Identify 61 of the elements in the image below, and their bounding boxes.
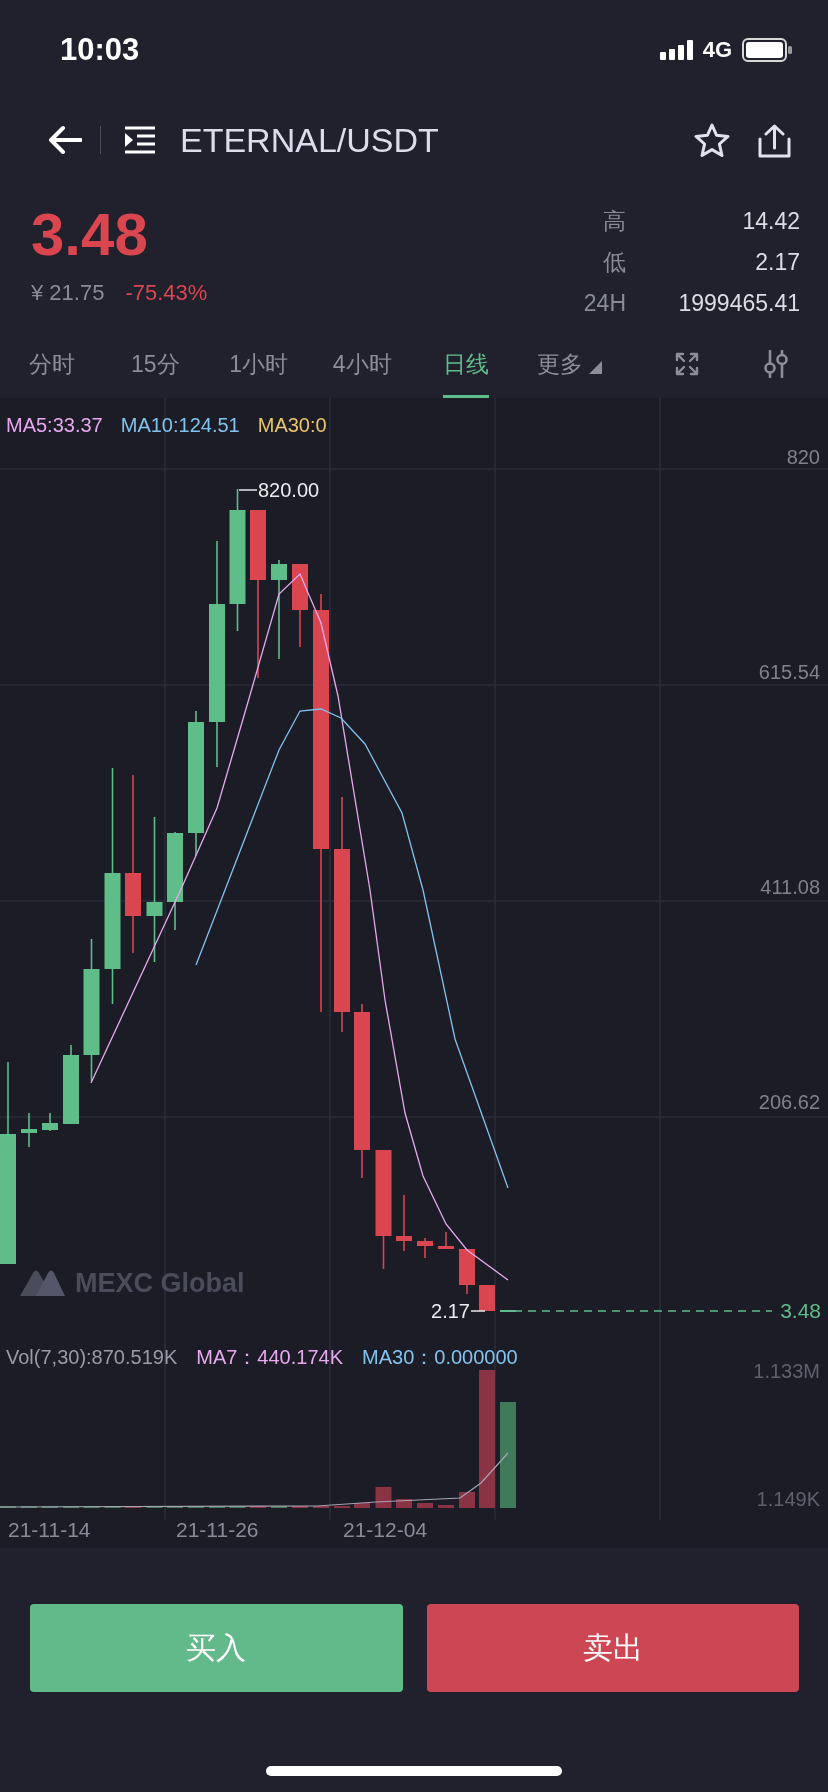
sell-button[interactable]: 卖出 (426, 1604, 799, 1692)
last-price: 3.48 (31, 205, 148, 265)
volume-bar (354, 1503, 370, 1508)
interval-tab[interactable]: 分时 (28, 330, 75, 398)
volume-bar (396, 1499, 412, 1508)
date-label: 21-11-14 (8, 1518, 91, 1542)
network-label: 4G (702, 37, 732, 63)
stat-value: 1999465.41 (678, 288, 800, 317)
battery-icon (742, 38, 792, 62)
high-price-label: 820.00 (258, 478, 320, 502)
volume-bar (417, 1503, 433, 1508)
price-axis-label: 615.54 (758, 660, 820, 684)
volume-legend-label: MA7：440.174K (196, 1345, 343, 1369)
ma-legend-label: MA10:124.51 (120, 413, 240, 437)
volume-axis-label: 1.133M (753, 1359, 820, 1383)
share-icon[interactable] (757, 122, 792, 158)
interval-tab[interactable]: 1小时 (229, 330, 289, 398)
leader-line (470, 1310, 486, 1312)
caret-icon (588, 360, 602, 374)
expand-icon[interactable] (674, 352, 699, 376)
pair-title: ETERNAL/USDT (180, 120, 439, 160)
signal-icon (659, 40, 693, 60)
last-price-tag: 3.48 (780, 1299, 821, 1323)
stat-label: 24H (583, 288, 626, 317)
ma-legend-label: MA30:0 (257, 413, 327, 437)
volume-axis-label: 1.149K (756, 1487, 820, 1511)
cny-price: ¥ 21.75 (31, 280, 105, 306)
volume-bar (375, 1487, 392, 1508)
stat-value: 2.17 (755, 247, 800, 276)
price-axis-label: 411.08 (760, 875, 820, 899)
price-axis-label: 206.62 (758, 1090, 820, 1114)
volume-legend-label: MA30：0.000000 (362, 1345, 518, 1369)
list-icon[interactable] (124, 126, 156, 154)
status-time: 10:03 (60, 32, 140, 68)
low-price-label: 2.17 (431, 1299, 470, 1323)
interval-tab[interactable]: 4小时 (332, 330, 392, 398)
falling-candle (417, 1237, 433, 1259)
date-label: 21-12-04 (343, 1518, 428, 1542)
ma-legend-label: MA5:33.37 (6, 413, 103, 437)
date-label: 21-11-26 (176, 1518, 259, 1542)
interval-tab[interactable]: 更多 (536, 330, 602, 398)
stat-label: 低 (603, 247, 626, 276)
volume-legend-label: Vol(7,30):870.519K (6, 1345, 178, 1369)
falling-candle (479, 1284, 495, 1312)
star-icon[interactable] (694, 122, 730, 158)
stat-label: 高 (603, 206, 626, 235)
volume-bar (438, 1505, 454, 1508)
leader-line (238, 489, 258, 491)
rising-candle (21, 1112, 37, 1148)
stat-value: 14.42 (742, 206, 800, 235)
price-change: -75.43% (125, 280, 208, 306)
interval-tab[interactable]: 15分 (130, 330, 180, 398)
sliders-icon[interactable] (762, 350, 791, 378)
rising-candle (42, 1112, 58, 1132)
price-axis-label: 820 (786, 445, 820, 469)
logo-icon (20, 1270, 65, 1296)
falling-candle (396, 1194, 412, 1252)
volume-bar (459, 1492, 475, 1508)
falling-candle (438, 1231, 454, 1250)
falling-candle (459, 1248, 475, 1295)
back-arrow-icon[interactable] (48, 125, 82, 155)
